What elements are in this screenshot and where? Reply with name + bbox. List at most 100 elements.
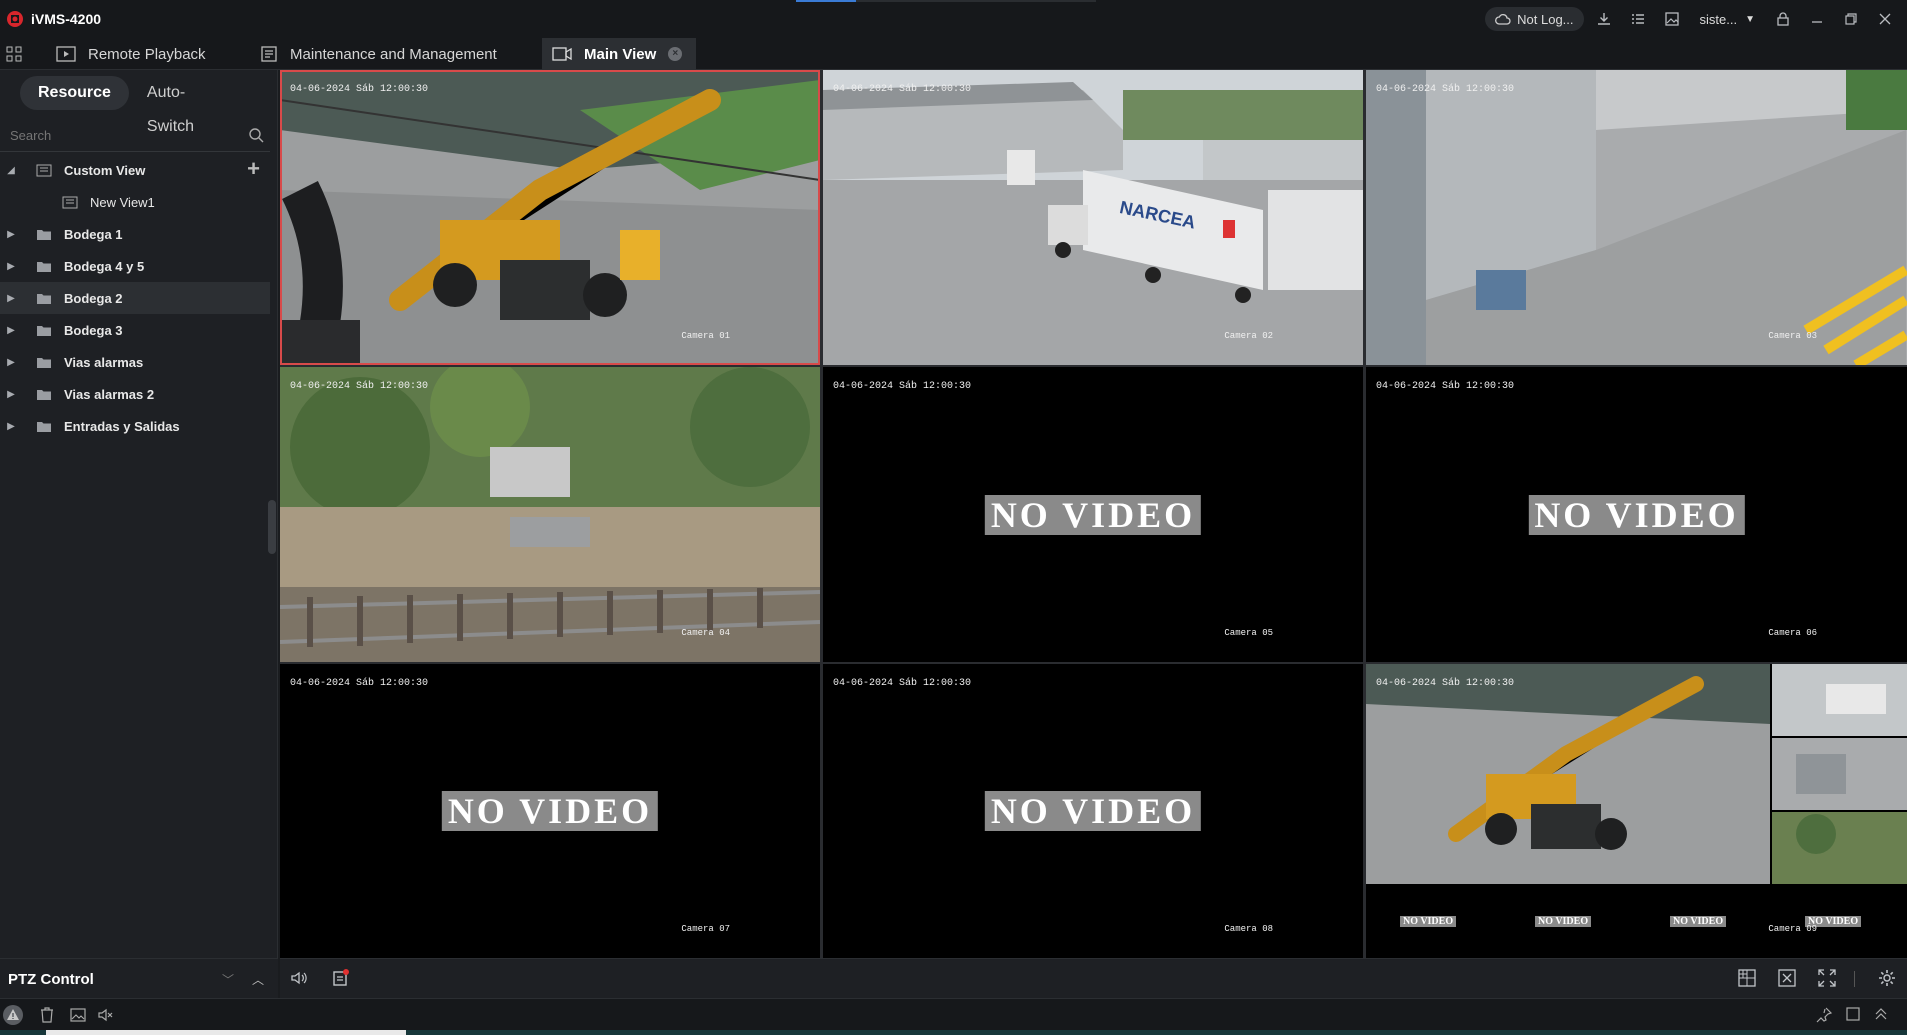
camera-feed-image <box>280 70 820 365</box>
expand-arrow-icon[interactable]: ▶ <box>0 261 22 272</box>
maximize-panel-icon[interactable] <box>1846 1007 1860 1021</box>
task-list-icon[interactable] <box>1624 7 1652 31</box>
camera-feed-image: NARCEA <box>823 70 1363 365</box>
main-view-icon <box>552 47 572 61</box>
osd-camera-name: Camera 07 <box>681 924 730 934</box>
close-tab-icon[interactable]: × <box>668 47 683 61</box>
tab-remote-playback[interactable]: Remote Playback <box>46 38 216 70</box>
expand-arrow-icon[interactable]: ▶ <box>0 229 22 240</box>
expand-arrow-icon[interactable]: ▶ <box>0 421 22 432</box>
video-window-1[interactable]: 04-06-2024 Sáb 12:00:30 Camera 01 <box>280 70 820 365</box>
tree-node-label: Bodega 2 <box>64 290 123 306</box>
tab-maintenance[interactable]: Maintenance and Management <box>250 38 507 70</box>
tree-node-bodega-1[interactable]: ▶ Bodega 1 <box>0 218 270 250</box>
expand-arrow-icon[interactable]: ▶ <box>0 325 22 336</box>
tree-node-label: Bodega 3 <box>64 322 123 338</box>
tree-node-vias-alarmas[interactable]: ▶ Vias alarmas <box>0 346 270 378</box>
camera-feed-image <box>280 367 820 662</box>
close-all-windows-icon[interactable] <box>1778 969 1796 987</box>
add-view-icon[interactable]: + <box>247 158 260 180</box>
trash-icon[interactable] <box>40 1007 54 1023</box>
restore-icon[interactable] <box>1837 7 1865 31</box>
segment-auto-switch[interactable]: Auto-Switch <box>129 76 250 135</box>
chevron-up-icon[interactable]: ︿ <box>252 971 264 988</box>
video-window-2[interactable]: NARCEA 04-06-2024 Sáb 12:00:30 Camera 02 <box>823 70 1363 365</box>
lock-icon[interactable] <box>1769 7 1797 31</box>
folder-icon <box>37 421 51 432</box>
expand-arrow-icon[interactable]: ◢ <box>0 165 22 176</box>
osd-timestamp: 04-06-2024 Sáb 12:00:30 <box>290 84 429 95</box>
ptz-control-panel: PTZ Control ﹀ ︿ <box>0 958 278 998</box>
chevron-down-icon[interactable]: ﹀ <box>222 971 234 988</box>
record-all-icon[interactable] <box>332 969 350 992</box>
camera-feed-image <box>1366 664 1907 958</box>
sidebar-collapse-handle[interactable] <box>268 500 276 554</box>
image-icon[interactable] <box>70 1007 86 1023</box>
video-window-9[interactable]: 04-06-2024 Sáb 12:00:30 NO VIDEO NO VIDE… <box>1366 664 1907 958</box>
video-window-7[interactable]: 04-06-2024 Sáb 12:00:30 NO VIDEO Camera … <box>280 664 820 958</box>
folder-icon <box>37 325 51 336</box>
expand-arrow-icon[interactable]: ▶ <box>0 357 22 368</box>
window-layout-icon[interactable] <box>1738 969 1756 987</box>
osd-camera-name: Camera 06 <box>1768 628 1817 638</box>
user-name: siste... <box>1699 11 1738 27</box>
module-grid-icon[interactable] <box>0 38 28 70</box>
search-box <box>0 118 270 152</box>
no-video-overlay: NO VIDEO <box>1670 916 1727 927</box>
video-window-8[interactable]: 04-06-2024 Sáb 12:00:30 NO VIDEO Camera … <box>823 664 1363 958</box>
tree-node-label: Entradas y Salidas <box>64 418 180 434</box>
expand-panel-icon[interactable] <box>1874 1007 1888 1021</box>
no-video-overlay: NO VIDEO <box>1528 494 1745 535</box>
taskbar-strip <box>0 1030 1907 1035</box>
title-bar: iVMS-4200 Not Log... siste... ▼ <box>0 0 1907 38</box>
pin-icon[interactable] <box>1816 1007 1832 1023</box>
tree-node-new-view1[interactable]: New View1 <box>0 186 270 218</box>
tree-node-vias-alarmas-2[interactable]: ▶ Vias alarmas 2 <box>0 378 270 410</box>
ptz-control-label: PTZ Control <box>8 971 94 988</box>
folder-icon <box>37 229 51 240</box>
tree-node-custom-view[interactable]: ◢ Custom View + <box>0 154 270 186</box>
cloud-login-button[interactable]: Not Log... <box>1485 7 1584 31</box>
video-window-5[interactable]: 04-06-2024 Sáb 12:00:30 NO VIDEO Camera … <box>823 367 1363 662</box>
settings-gear-icon[interactable] <box>1878 969 1896 987</box>
expand-arrow-icon[interactable]: ▶ <box>0 293 22 304</box>
volume-icon[interactable] <box>290 969 308 987</box>
camera-feed-image <box>1366 70 1907 365</box>
tree-node-label: Bodega 1 <box>64 226 123 242</box>
tree-node-bodega-3[interactable]: ▶ Bodega 3 <box>0 314 270 346</box>
expand-arrow-icon[interactable]: ▶ <box>0 389 22 400</box>
status-bar <box>0 998 1907 1030</box>
mute-icon[interactable] <box>98 1007 114 1023</box>
search-input[interactable] <box>0 118 230 152</box>
app-title: iVMS-4200 <box>31 11 102 27</box>
segment-resource[interactable]: Resource <box>20 76 129 110</box>
hikvision-logo-icon <box>7 11 23 27</box>
video-window-6[interactable]: 04-06-2024 Sáb 12:00:30 NO VIDEO Camera … <box>1366 367 1907 662</box>
live-view-grid: 04-06-2024 Sáb 12:00:30 Camera 01 NARCEA… <box>280 70 1907 958</box>
tab-label: Maintenance and Management <box>290 45 497 63</box>
image-icon[interactable] <box>1658 7 1686 31</box>
tree-node-bodega-4-y-5[interactable]: ▶ Bodega 4 y 5 <box>0 250 270 282</box>
tab-label: Remote Playback <box>88 45 206 63</box>
no-video-overlay: NO VIDEO <box>984 494 1202 535</box>
tree-node-bodega-2[interactable]: ▶ Bodega 2 <box>0 282 270 314</box>
live-view-toolbar <box>280 958 1907 998</box>
tab-main-view[interactable]: Main View × <box>542 38 696 70</box>
tree-node-entradas-y-salidas[interactable]: ▶ Entradas y Salidas <box>0 410 270 442</box>
minimize-icon[interactable] <box>1803 7 1831 31</box>
playback-icon <box>56 46 76 62</box>
close-icon[interactable] <box>1871 7 1899 31</box>
osd-camera-name: Camera 09 <box>1768 924 1817 934</box>
tree-node-label: Custom View <box>64 162 146 178</box>
alarm-warning-icon[interactable] <box>2 1004 24 1026</box>
video-window-3[interactable]: 04-06-2024 Sáb 12:00:30 Camera 03 <box>1366 70 1907 365</box>
sidebar-segment-control: Resource Auto-Switch <box>20 76 250 135</box>
fullscreen-icon[interactable] <box>1818 969 1836 987</box>
loading-progress <box>796 0 1096 2</box>
resource-tree: ◢ Custom View + New View1 ▶ Bodega 1 ▶ B… <box>0 154 270 442</box>
video-window-4[interactable]: 04-06-2024 Sáb 12:00:30 Camera 04 <box>280 367 820 662</box>
search-icon[interactable] <box>248 127 264 143</box>
download-icon[interactable] <box>1590 7 1618 31</box>
user-menu[interactable]: siste... ▼ <box>1692 12 1763 27</box>
folder-icon <box>37 389 51 400</box>
